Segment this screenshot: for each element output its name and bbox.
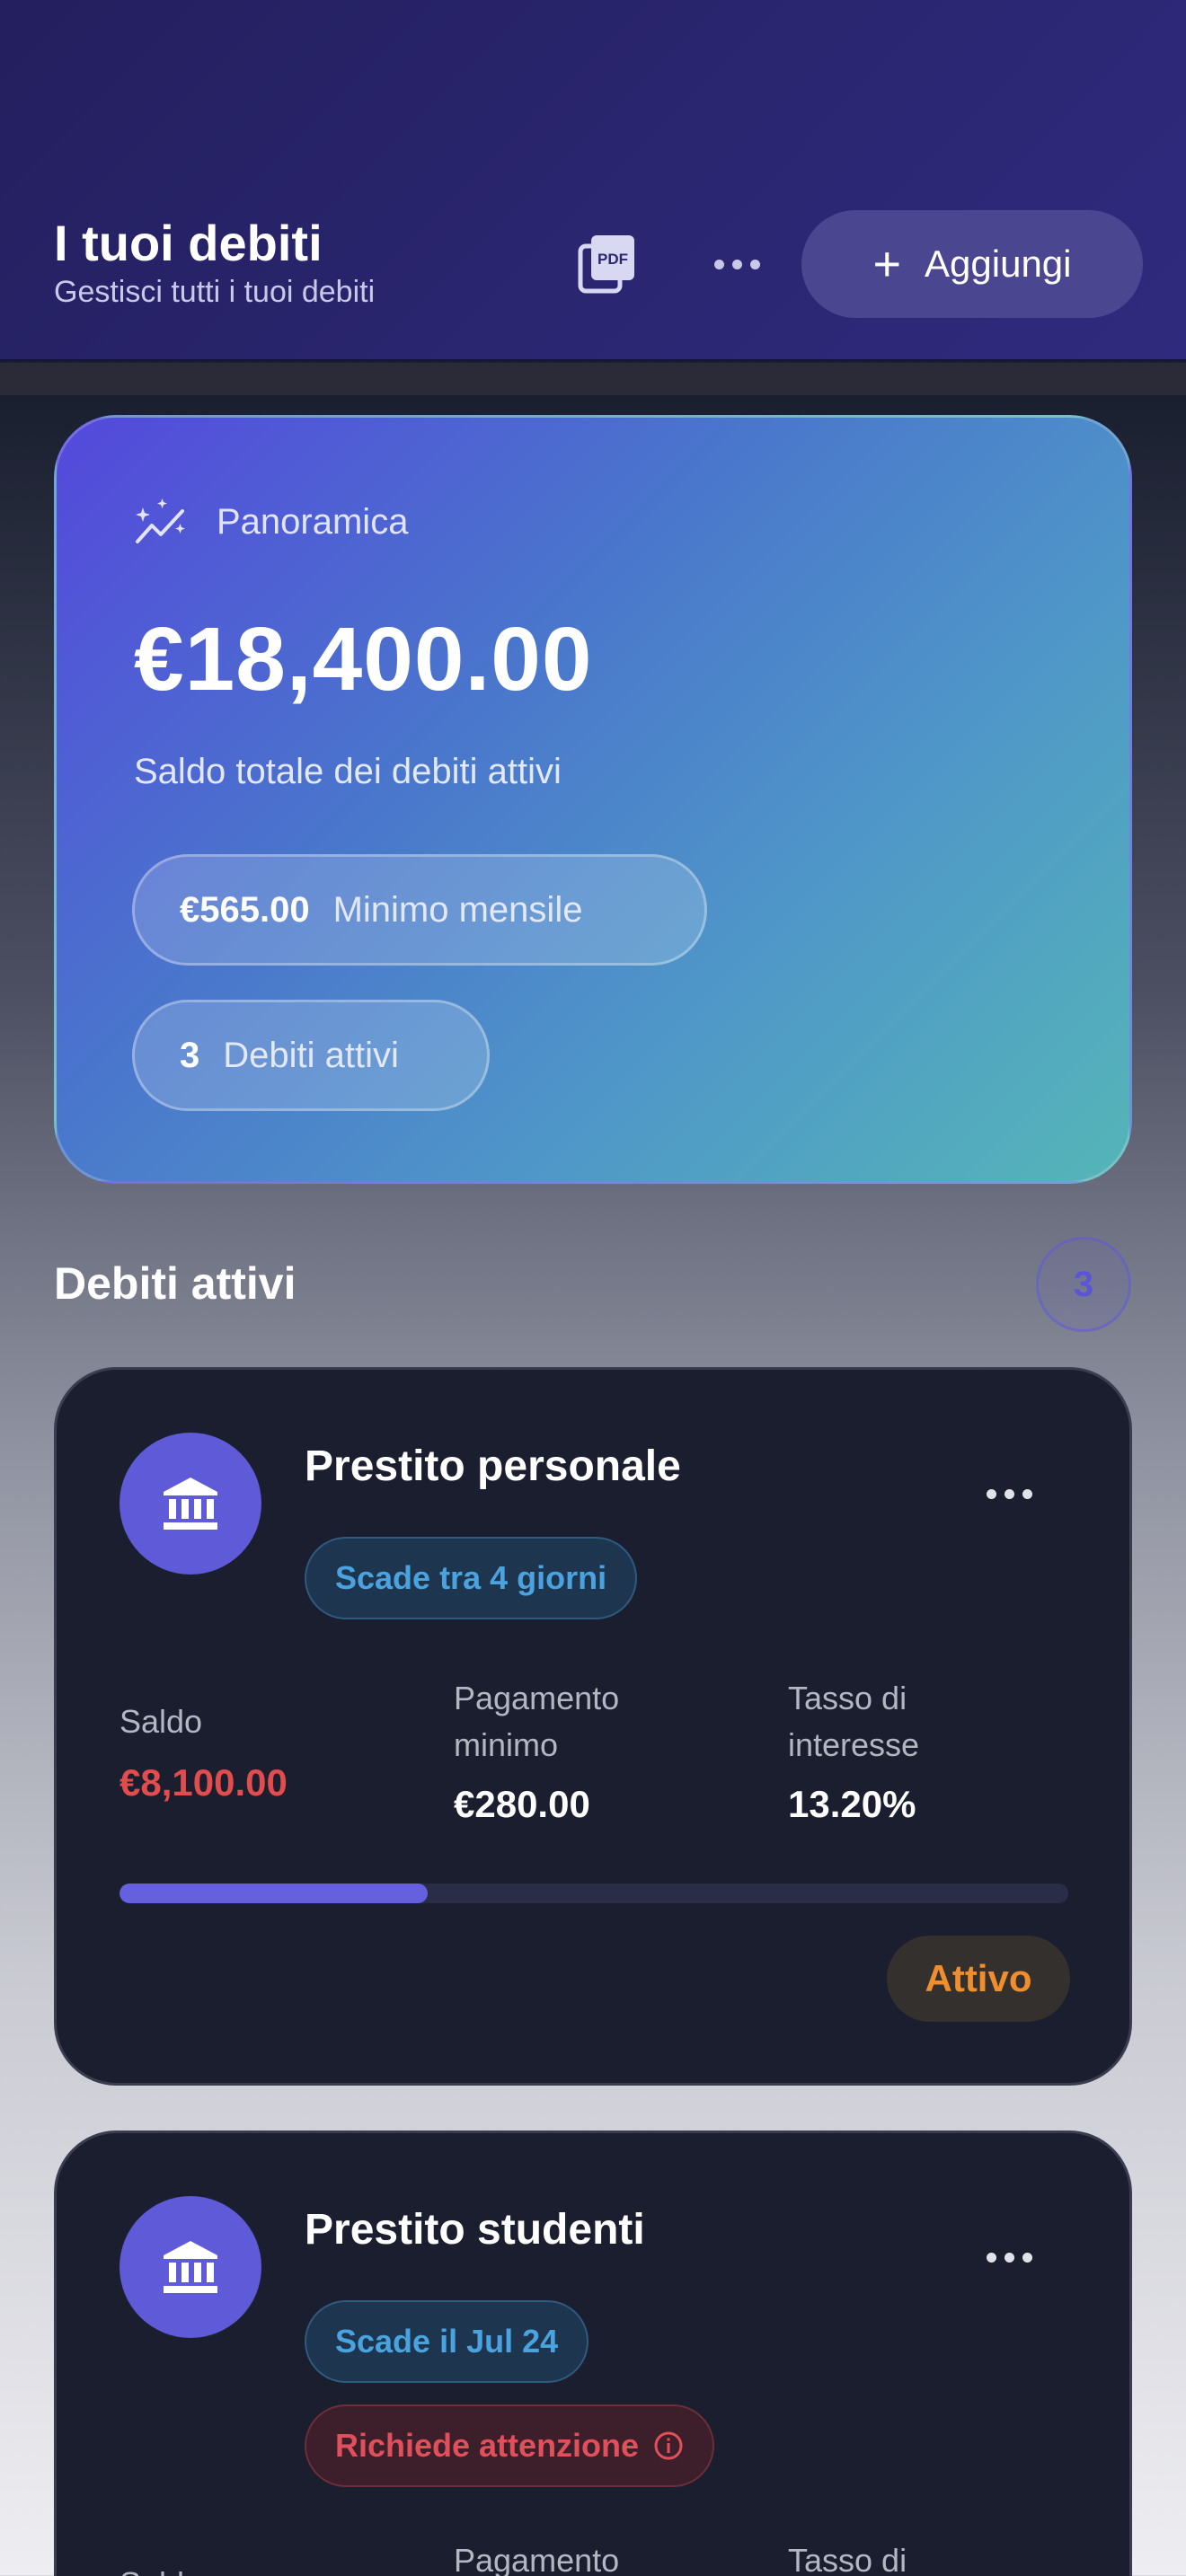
attention-tag[interactable]: Richiede attenzione: [305, 2404, 715, 2487]
overview-card: Panoramica €18,400.00 Saldo totale dei d…: [54, 415, 1132, 1184]
payoff-progress-fill: [119, 1883, 429, 1903]
debt-avatar: [119, 1433, 261, 1575]
balance-label: Saldo: [119, 1703, 203, 1740]
debt-card[interactable]: Prestito studenti Scade il Jul 24 Richie…: [54, 2130, 1132, 2576]
interest-rate-label: Tasso di interesse: [788, 1680, 920, 1763]
interest-rate-value: 13.20%: [788, 1783, 916, 1825]
debt-more-button[interactable]: [973, 1476, 1045, 1512]
status-badge: Attivo: [887, 1936, 1070, 2022]
debt-name: Prestito personale: [305, 1442, 681, 1490]
monthly-minimum-label: Minimo mensile: [332, 889, 583, 930]
attention-tag-label: Richiede attenzione: [335, 2427, 640, 2464]
overview-label: Panoramica: [134, 497, 408, 547]
debt-more-button[interactable]: [973, 2239, 1045, 2275]
bank-icon: [164, 1478, 217, 1530]
debt-card[interactable]: Prestito personale Scade tra 4 giorni Sa…: [54, 1367, 1132, 2086]
active-debts-label: Debiti attivi: [223, 1035, 399, 1075]
min-payment-value: €280.00: [454, 1783, 590, 1825]
total-balance-description: Saldo totale dei debiti attivi: [134, 752, 562, 791]
pdf-export-button[interactable]: PDF: [575, 232, 640, 296]
debt-avatar: [119, 2196, 261, 2338]
app-header: I tuoi debiti Gestisci tutti i tuoi debi…: [0, 0, 1186, 361]
monthly-minimum-value: €565.00: [180, 889, 310, 930]
info-icon: [654, 2431, 683, 2460]
bank-icon: [164, 2241, 217, 2293]
due-date-tag: Scade tra 4 giorni: [305, 1537, 638, 1619]
sparkle-chart-icon: [136, 498, 185, 543]
ellipsis-icon: [713, 259, 760, 269]
debt-name: Prestito studenti: [305, 2206, 645, 2254]
page-subtitle: Gestisci tutti i tuoi debiti: [54, 275, 376, 309]
balance-label: Saldo: [119, 2561, 202, 2576]
active-debts-value: 3: [180, 1035, 200, 1075]
min-payment-label: Pagamento minimo: [454, 1680, 620, 1763]
add-debt-label: Aggiungi: [925, 243, 1072, 285]
due-date-tag: Scade il Jul 24: [305, 2300, 589, 2383]
payoff-progress-bar: [119, 1883, 1068, 1903]
ellipsis-icon: [986, 1488, 1032, 1499]
overview-label-text: Panoramica: [217, 501, 409, 542]
section-title: Debiti attivi: [54, 1258, 296, 1309]
active-count-badge: 3: [1036, 1237, 1131, 1332]
pdf-export-icon: PDF: [578, 235, 634, 294]
total-balance: €18,400.00: [134, 609, 593, 710]
more-options-button[interactable]: [701, 235, 773, 293]
active-debts-pill: 3 Debiti attivi: [132, 1000, 490, 1111]
add-debt-button[interactable]: + Aggiungi: [801, 210, 1143, 318]
plus-icon: +: [872, 237, 902, 291]
svg-text:PDF: PDF: [597, 251, 628, 268]
balance-value: €8,100.00: [119, 1761, 288, 1804]
min-payment-label: Pagamento: [454, 2542, 620, 2576]
header-divider: [0, 363, 1186, 395]
ellipsis-icon: [986, 2252, 1032, 2263]
interest-rate-label: Tasso di: [788, 2542, 907, 2576]
page-title: I tuoi debiti: [54, 215, 323, 271]
monthly-minimum-pill: €565.00 Minimo mensile: [132, 854, 707, 966]
